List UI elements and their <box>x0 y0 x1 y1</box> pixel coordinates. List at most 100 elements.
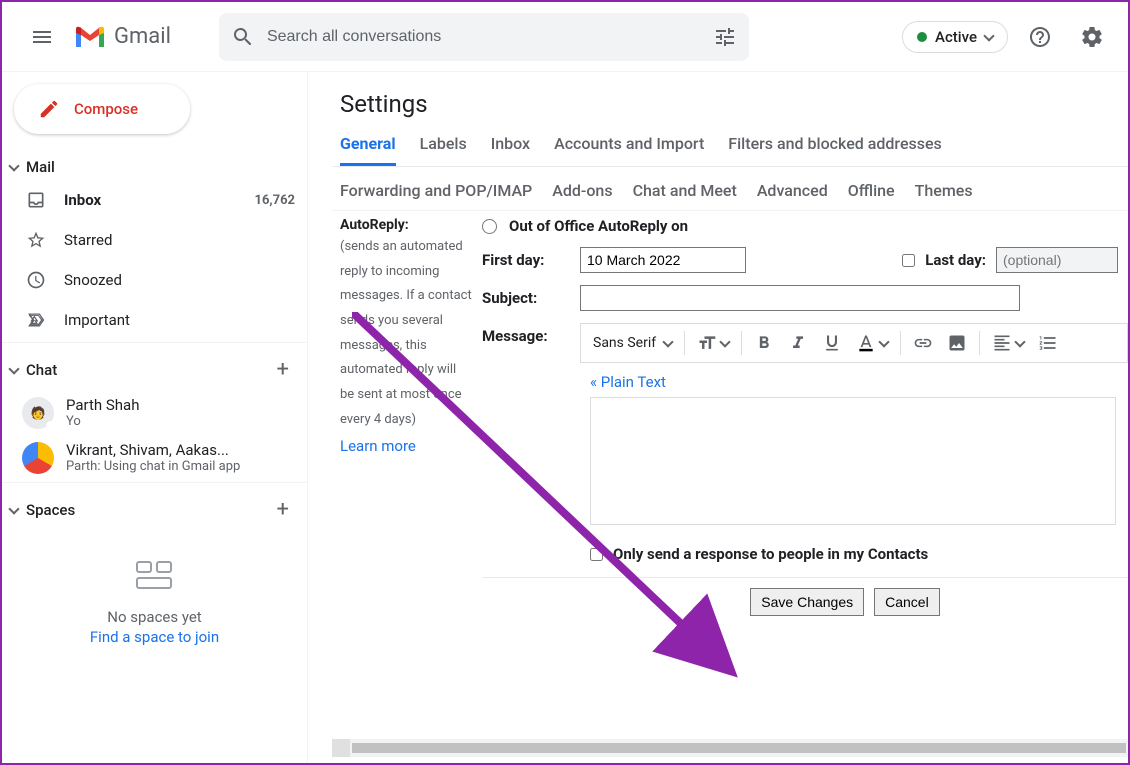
autoreply-on-label: Out of Office AutoReply on <box>509 217 688 235</box>
message-label: Message: <box>482 323 562 345</box>
search-options-icon[interactable] <box>713 25 737 49</box>
scroll-thumb[interactable] <box>352 743 1126 753</box>
scroll-left-arrow[interactable] <box>332 739 350 757</box>
chat-name: Vikrant, Shivam, Aakas... <box>66 441 240 459</box>
avatar: 🧑 <box>22 397 54 429</box>
last-day-checkbox[interactable] <box>902 254 915 267</box>
status-label: Active <box>935 28 977 46</box>
tab-labels[interactable]: Labels <box>420 134 467 166</box>
nav-starred[interactable]: Starred <box>2 220 307 260</box>
status-dropdown[interactable]: Active <box>902 21 1008 53</box>
horizontal-scrollbar[interactable] <box>332 739 1128 757</box>
list-button[interactable] <box>1032 327 1064 359</box>
nav-snoozed-label: Snoozed <box>64 271 295 289</box>
only-contacts-checkbox[interactable] <box>590 548 603 561</box>
chat-item-0[interactable]: 🧑 Parth Shah Yo <box>2 390 307 435</box>
chevron-down-icon <box>8 503 19 514</box>
only-contacts-label: Only send a response to people in my Con… <box>613 545 928 563</box>
chat-name: Parth Shah <box>66 396 139 414</box>
link-button[interactable] <box>907 327 939 359</box>
search-bar[interactable] <box>219 13 749 61</box>
autoreply-on-radio[interactable] <box>482 219 497 234</box>
compose-label: Compose <box>74 100 138 118</box>
nav-starred-label: Starred <box>64 231 295 249</box>
gmail-text: Gmail <box>114 24 171 49</box>
align-button[interactable] <box>986 327 1030 359</box>
nav-snoozed[interactable]: Snoozed <box>2 260 307 300</box>
text-color-icon <box>856 333 876 353</box>
tab-offline[interactable]: Offline <box>848 181 895 200</box>
font-family-select[interactable]: Sans Serif <box>587 329 678 357</box>
avatar-group <box>22 442 54 474</box>
nav-important[interactable]: Important <box>2 300 307 340</box>
link-icon <box>913 333 933 353</box>
tab-chat-meet[interactable]: Chat and Meet <box>633 181 737 200</box>
tab-themes[interactable]: Themes <box>915 181 973 200</box>
new-space-button[interactable]: + <box>269 493 297 526</box>
learn-more-link[interactable]: Learn more <box>340 437 416 455</box>
tab-forwarding[interactable]: Forwarding and POP/IMAP <box>340 181 532 200</box>
nav-inbox-label: Inbox <box>64 191 237 209</box>
chevron-down-icon <box>8 363 19 374</box>
tab-addons[interactable]: Add-ons <box>552 181 612 200</box>
tab-inbox[interactable]: Inbox <box>491 134 530 166</box>
tab-general[interactable]: General <box>340 134 396 166</box>
chevron-down-icon <box>719 336 730 347</box>
search-icon[interactable] <box>231 25 255 49</box>
star-icon <box>26 230 46 250</box>
list-icon <box>1038 333 1058 353</box>
image-icon <box>947 333 967 353</box>
tab-advanced[interactable]: Advanced <box>757 181 828 200</box>
pencil-icon <box>38 98 60 120</box>
gmail-logo[interactable]: Gmail <box>74 24 171 49</box>
nav-inbox[interactable]: Inbox 16,762 <box>2 180 307 220</box>
status-active-dot <box>917 32 927 42</box>
save-changes-button[interactable]: Save Changes <box>750 588 864 616</box>
chat-item-1[interactable]: Vikrant, Shivam, Aakas... Parth: Using c… <box>2 435 307 480</box>
text-color-button[interactable] <box>850 327 894 359</box>
settings-button[interactable] <box>1072 17 1112 57</box>
message-editor[interactable] <box>590 397 1116 525</box>
chat-section-header[interactable]: Chat + <box>2 349 307 390</box>
underline-button[interactable] <box>816 327 848 359</box>
italic-button[interactable] <box>782 327 814 359</box>
image-button[interactable] <box>941 327 973 359</box>
autoreply-label: AutoReply: <box>340 217 472 233</box>
gmail-icon <box>74 25 106 49</box>
spaces-section-header[interactable]: Spaces + <box>2 489 307 530</box>
chevron-down-icon <box>983 30 994 41</box>
spaces-section-title: Spaces <box>26 501 269 519</box>
chevron-down-icon <box>878 336 889 347</box>
bold-button[interactable] <box>748 327 780 359</box>
help-button[interactable] <box>1020 17 1060 57</box>
compose-button[interactable]: Compose <box>14 84 190 134</box>
tab-filters[interactable]: Filters and blocked addresses <box>728 134 942 166</box>
nav-important-label: Important <box>64 311 295 329</box>
first-day-input[interactable] <box>580 247 746 273</box>
chat-preview: Parth: Using chat in Gmail app <box>66 459 240 474</box>
cancel-button[interactable]: Cancel <box>874 588 940 616</box>
editor-toolbar: Sans Serif <box>580 323 1128 363</box>
find-space-link[interactable]: Find a space to join <box>2 628 307 646</box>
new-chat-button[interactable]: + <box>269 353 297 386</box>
subject-input[interactable] <box>580 285 1020 311</box>
hamburger-menu-icon[interactable] <box>18 13 66 61</box>
presence-dot <box>46 421 56 431</box>
chat-preview: Yo <box>66 414 139 429</box>
mail-section-title: Mail <box>26 158 297 176</box>
first-day-label: First day: <box>482 251 562 269</box>
search-input[interactable] <box>267 28 701 46</box>
clock-icon <box>26 270 46 290</box>
underline-icon <box>822 333 842 353</box>
spaces-empty-msg: No spaces yet <box>2 608 307 626</box>
nav-inbox-count: 16,762 <box>255 193 296 208</box>
last-day-input[interactable] <box>996 247 1118 273</box>
tab-accounts[interactable]: Accounts and Import <box>554 134 704 166</box>
plain-text-link[interactable]: « Plain Text <box>590 373 1128 391</box>
font-size-button[interactable] <box>691 327 735 359</box>
mail-section-header[interactable]: Mail <box>2 154 307 180</box>
autoreply-desc: (sends an automated reply to incoming me… <box>340 235 472 433</box>
subject-label: Subject: <box>482 289 562 307</box>
last-day-label: Last day: <box>925 251 986 269</box>
chevron-down-icon <box>8 160 19 171</box>
